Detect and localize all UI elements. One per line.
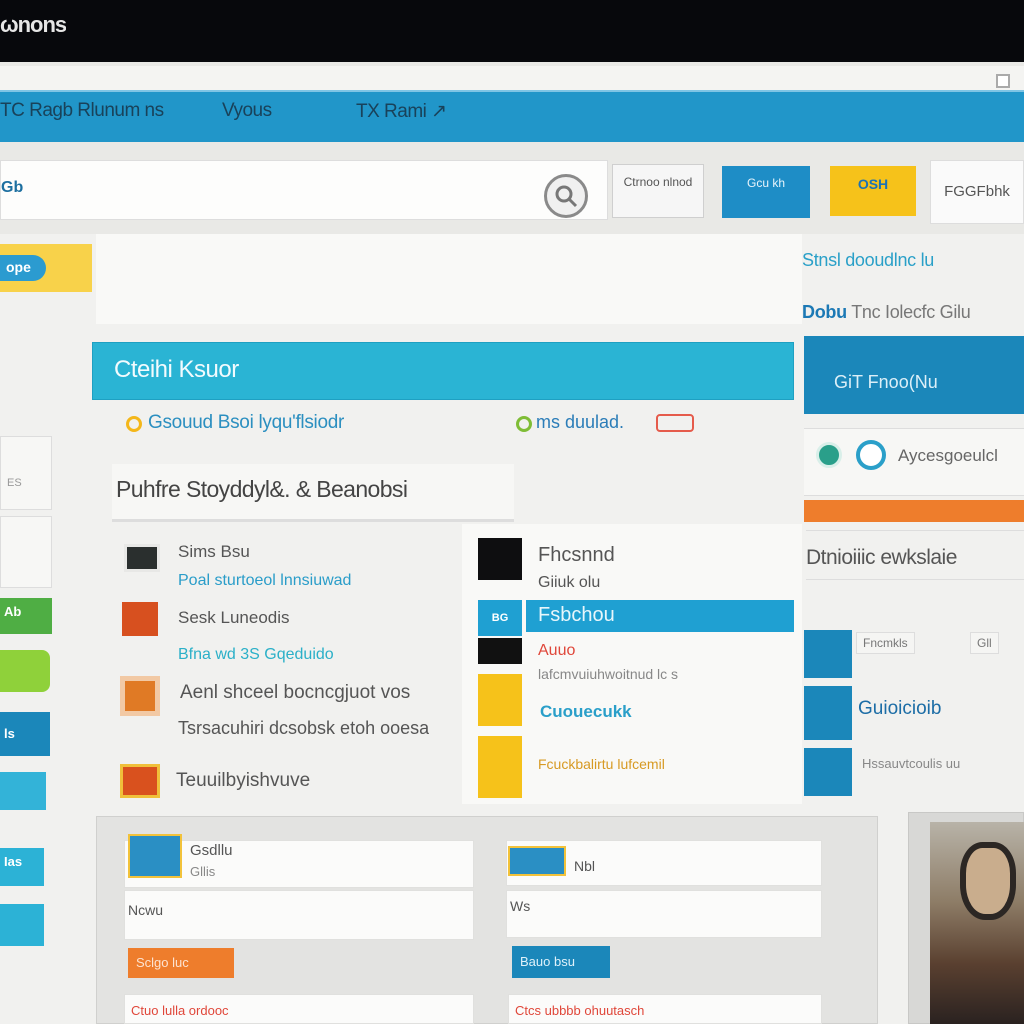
mid-item-1[interactable]: Fhcsnnd: [538, 544, 615, 567]
card-2-image: [508, 846, 566, 876]
rail-row-3[interactable]: Hssauvtcoulis uu: [862, 756, 960, 771]
yellow-block[interactable]: [478, 736, 522, 798]
mid-red-sub: lafcmvuiuhwoitnud lc s: [538, 666, 679, 682]
left-card-label: ES: [7, 477, 22, 489]
tab-bar: TC Ragb Rlunum ns Vyous TX Rami ↗: [0, 90, 1024, 142]
subheading-2[interactable]: ms duulad.: [536, 412, 624, 433]
card-2-title[interactable]: Nbl: [574, 858, 595, 874]
card-1-image: [128, 834, 182, 878]
left-card-1[interactable]: ES: [0, 436, 52, 510]
mid-item-1-sub: Giiuk olu: [538, 574, 601, 591]
mid-badge: BG: [478, 600, 522, 636]
tab-2[interactable]: Vyous: [222, 100, 272, 130]
rail-heading-box: [806, 530, 1024, 580]
rail-chip-2[interactable]: Gll: [970, 632, 999, 654]
avatar: [960, 842, 1016, 920]
title-bar: [0, 0, 1024, 62]
card-1-title[interactable]: Gsdllu: [190, 842, 233, 859]
row-thumbnail[interactable]: [124, 544, 160, 572]
row-2-title[interactable]: Sesk Luneodis: [178, 608, 290, 628]
rail-header-title: GiT Fnoo(Nu: [834, 372, 938, 392]
top-banner: [96, 234, 802, 324]
mid-yellow-sub: Fcuckbalirtu lufcemil: [538, 756, 665, 772]
left-promo-badge: ope: [0, 255, 46, 281]
card-1-label: Ncwu: [128, 902, 164, 918]
card-2-body: [506, 890, 822, 938]
rail-line-2[interactable]: Dobu Tnc Iolecfc Gilu: [802, 302, 970, 323]
rail-divider: [804, 500, 1024, 522]
row-2-sub: Bfna wd 3S Gqeduido: [178, 646, 334, 663]
rail-ring-icon[interactable]: [856, 440, 886, 470]
mid-yellow-label[interactable]: Cuouecukk: [540, 702, 632, 722]
toolbar-button-a[interactable]: Ctrnoo nlnod: [612, 164, 704, 218]
left-chip-lime[interactable]: [0, 650, 50, 692]
section-title: Cteihi Ksuor: [114, 356, 239, 383]
left-chip-cyan-1[interactable]: [0, 772, 46, 810]
search-icon: [555, 185, 578, 208]
card-1-footer[interactable]: Ctuo lulla ordooc: [124, 994, 474, 1024]
rail-block-3[interactable]: [804, 748, 852, 796]
toolbar-button-b[interactable]: Gcu kh: [722, 166, 810, 218]
row-1-sub: Poal sturtoeol lnnsiuwad: [178, 572, 352, 589]
mid-highlight[interactable]: Fsbchou: [526, 600, 794, 632]
mid-red-label[interactable]: Auuo: [538, 642, 575, 660]
left-chip-cyan-3[interactable]: [0, 904, 44, 946]
left-card-2[interactable]: [0, 516, 52, 588]
url-bar[interactable]: Gb: [0, 160, 608, 220]
row-thumbnail[interactable]: [120, 764, 160, 798]
rail-line-1[interactable]: Stnsl dooudlnc lu: [802, 250, 934, 271]
search-button[interactable]: [544, 174, 588, 218]
card-2-button[interactable]: Bauo bsu: [512, 946, 610, 978]
rail-dot-icon[interactable]: [816, 442, 842, 468]
list-title: Puhfre Stoyddyl&. & Beanobsi: [116, 476, 408, 502]
toolbar-button-d[interactable]: FGGFbhk: [930, 160, 1024, 224]
left-chip-blue[interactable]: ls: [0, 712, 50, 756]
row-3-title[interactable]: Aenl shceel bocncgjuot vos: [180, 682, 410, 704]
window-title: ωnons: [0, 12, 67, 37]
row-thumbnail[interactable]: [120, 676, 160, 716]
sub2-dot-icon: [516, 416, 532, 432]
rail-line-2-text: Tnc Iolecfc Gilu: [851, 302, 971, 322]
tag-icon: [656, 414, 694, 432]
rail-tab-label[interactable]: Aycesgoeulcl: [898, 446, 998, 466]
rail-row-2[interactable]: Guioicioib: [858, 698, 941, 720]
card-2-footer[interactable]: Ctcs ubbbb ohuutasch: [508, 994, 822, 1024]
card-1-sub: Gllis: [190, 864, 216, 879]
row-thumbnail[interactable]: [122, 602, 158, 636]
left-chip-cyan-2[interactable]: Ias: [0, 848, 44, 886]
yellow-block[interactable]: [478, 674, 522, 726]
left-chip-green[interactable]: Ab: [0, 598, 52, 634]
card-1-button[interactable]: Sclgo luc: [128, 948, 234, 978]
rail-line-2-bold: Dobu: [802, 302, 847, 322]
toolbar-button-c[interactable]: OSH: [830, 166, 916, 216]
row-4-title[interactable]: Teuuilbyishvuve: [176, 770, 310, 792]
media-thumbnail[interactable]: [478, 638, 522, 664]
rail-block-2[interactable]: [804, 686, 852, 740]
rail-chip-1[interactable]: Fncmkls: [856, 632, 915, 654]
url-text: Gb: [1, 179, 24, 196]
tab-3[interactable]: TX Rami ↗: [356, 100, 447, 130]
window-control-icon[interactable]: [996, 74, 1010, 88]
row-1-title[interactable]: Sims Bsu: [178, 542, 250, 562]
tab-1[interactable]: TC Ragb Rlunum ns: [0, 100, 164, 130]
rail-block-1[interactable]: [804, 630, 852, 678]
subheading-1[interactable]: Gsouud Bsoi lyqu'flsiodr: [124, 412, 344, 434]
row-3-sub: Tsrsacuhiri dcsobsk etoh ooesa: [178, 718, 430, 738]
media-thumbnail[interactable]: [478, 538, 522, 580]
card-1-body: [124, 890, 474, 940]
card-2-label: Ws: [510, 898, 531, 914]
